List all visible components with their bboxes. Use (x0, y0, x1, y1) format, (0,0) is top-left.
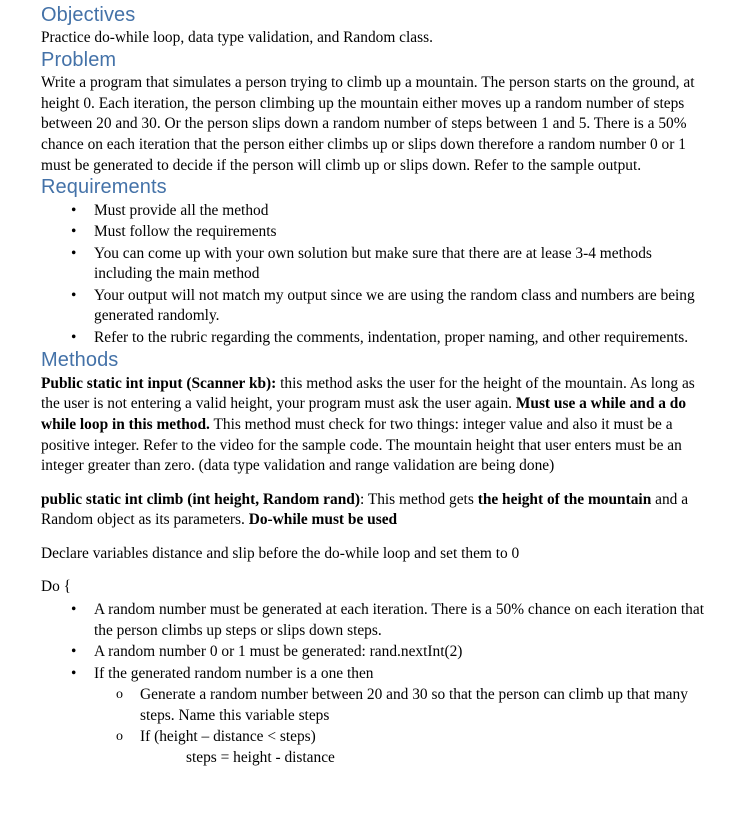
climb-method-emphasis-1: the height of the mountain (477, 490, 652, 508)
do-block-open-line: Do { (41, 578, 72, 596)
sub-bullet-icon: o (116, 687, 123, 703)
list-item: • You can come up with your own solution… (41, 244, 713, 285)
list-item-text: If the generated random number is a one … (94, 664, 374, 682)
list-item-text: Your output will not match my output sin… (94, 286, 695, 325)
climb-method-emphasis-2: Do-while must be used (248, 511, 398, 529)
list-item: • If the generated random number is a on… (41, 664, 713, 685)
document-page: Objectives Practice do-while loop, data … (0, 0, 741, 822)
sub-list-item-text: If (height – distance < steps) (140, 728, 316, 746)
list-item: • Must follow the requirements (41, 222, 713, 243)
list-item-text: A random number 0 or 1 must be generated… (94, 643, 463, 661)
list-item-text: Must follow the requirements (94, 223, 277, 241)
list-item: • Must provide all the method (41, 201, 713, 222)
bullet-icon: • (71, 286, 77, 304)
input-method-description: Public static int input (Scanner kb): th… (41, 374, 713, 477)
declare-variables-line: Declare variables distance and slip befo… (41, 544, 520, 562)
methods-heading: Methods (41, 349, 119, 372)
list-item-text: Refer to the rubric regarding the commen… (94, 328, 689, 346)
objectives-heading: Objectives (41, 4, 136, 26)
list-item: • A random number must be generated at e… (41, 600, 713, 641)
problem-heading: Problem (41, 48, 117, 71)
bullet-icon: • (71, 201, 77, 219)
bullet-icon: • (71, 223, 77, 241)
bullet-icon: • (71, 600, 77, 618)
do-block-list: • A random number must be generated at e… (41, 600, 713, 684)
list-item-text: A random number must be generated at eac… (94, 600, 704, 639)
climb-method-description: public static int climb (int height, Ran… (41, 490, 713, 531)
sub-list-item-text: Generate a random number between 20 and … (140, 686, 688, 724)
document-content: Objectives Practice do-while loop, data … (0, 0, 741, 768)
requirements-heading: Requirements (41, 176, 167, 199)
sub-list-item-continuation: steps = height - distance (186, 748, 335, 766)
problem-body: Write a program that simulates a person … (41, 74, 695, 174)
sub-bullet-icon: o (116, 729, 123, 745)
list-item-text: Must provide all the method (94, 201, 269, 219)
bullet-icon: • (71, 664, 77, 682)
sub-list-item: o Generate a random number between 20 an… (41, 685, 713, 726)
climb-method-signature: public static int climb (int height, Ran… (41, 490, 360, 508)
objectives-body: Practice do-while loop, data type valida… (41, 29, 433, 47)
do-block-sublist: o Generate a random number between 20 an… (41, 685, 713, 768)
list-item: • Your output will not match my output s… (41, 286, 713, 327)
list-item-text: You can come up with your own solution b… (94, 244, 652, 283)
list-item: • A random number 0 or 1 must be generat… (41, 642, 713, 663)
bullet-icon: • (71, 244, 77, 262)
bullet-icon: • (71, 328, 77, 346)
input-method-signature: Public static int input (Scanner kb): (41, 374, 277, 392)
requirements-list: • Must provide all the method • Must fol… (41, 201, 713, 349)
bullet-icon: • (71, 643, 77, 661)
sub-list-item: o If (height – distance < steps) steps =… (41, 727, 713, 768)
climb-method-text-1: : This method gets (359, 490, 478, 508)
list-item: • Refer to the rubric regarding the comm… (41, 328, 713, 349)
